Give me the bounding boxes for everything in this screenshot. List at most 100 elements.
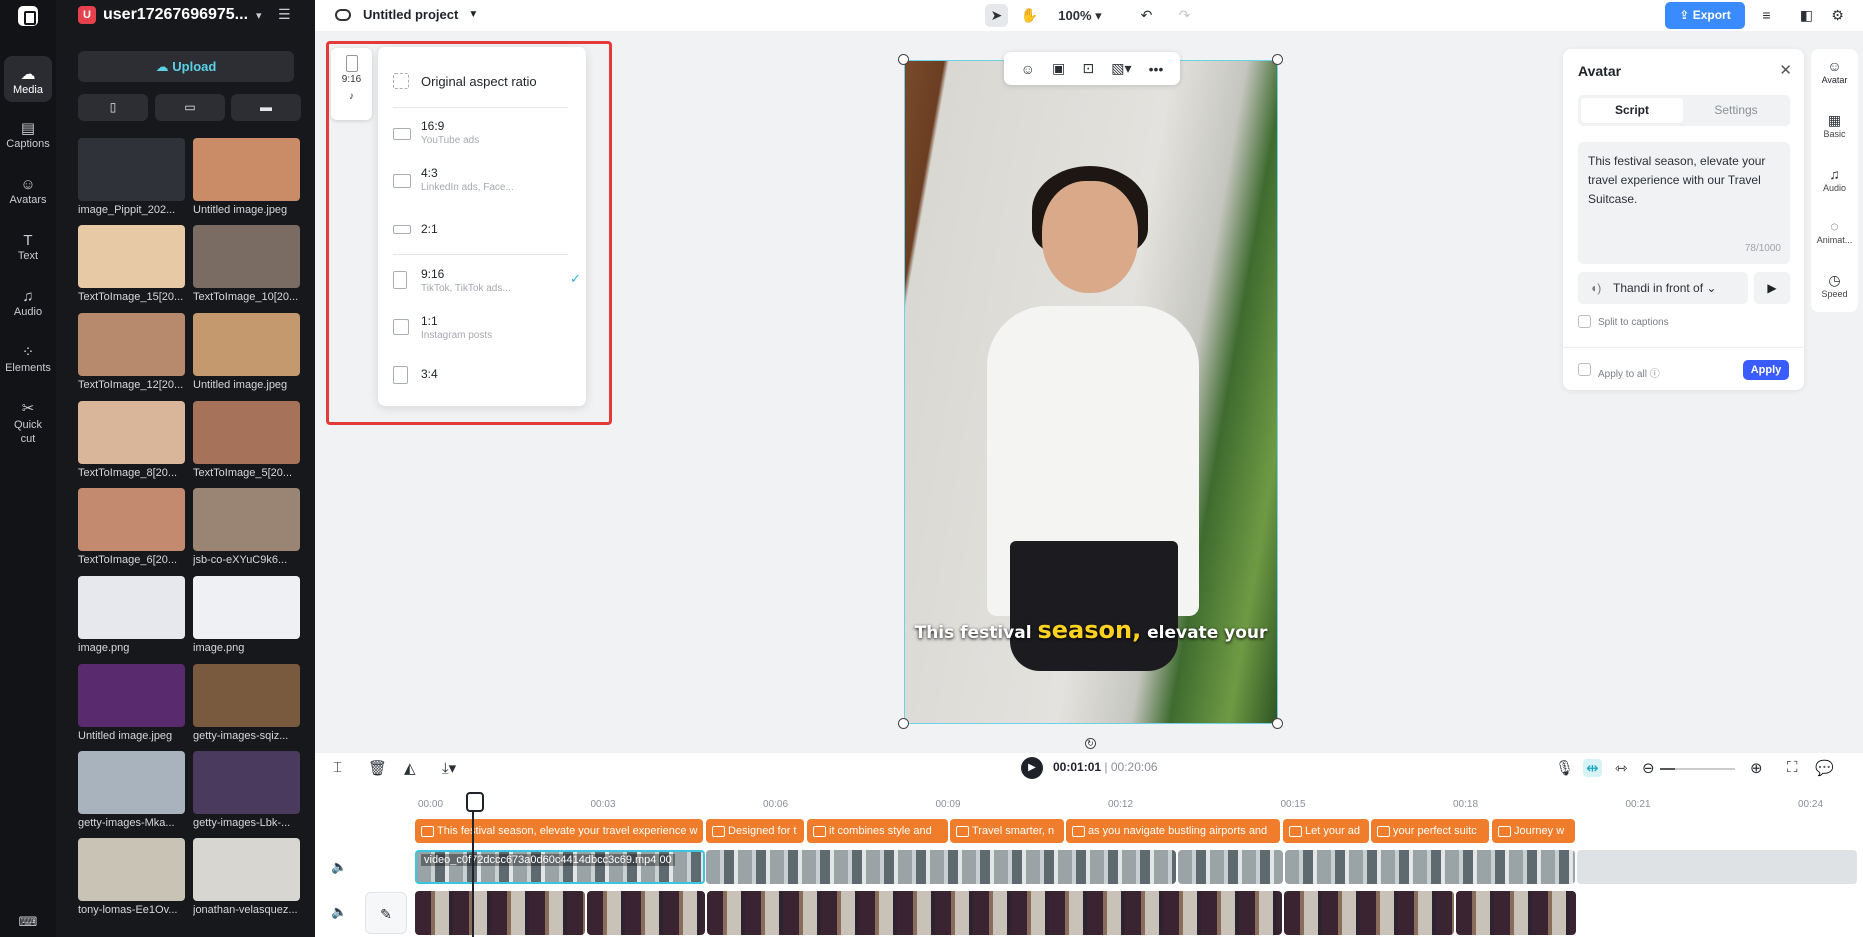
resize-handle[interactable] xyxy=(1272,718,1283,729)
split-captions-checkbox[interactable] xyxy=(1578,315,1591,328)
keyboard-shortcuts-icon[interactable]: ⌨ xyxy=(0,914,56,930)
crop-icon[interactable]: ⊡ xyxy=(1082,60,1094,77)
tool-speed[interactable]: ◷ Speed xyxy=(1811,271,1858,299)
video-clip[interactable] xyxy=(1178,850,1283,884)
auto-snap-icon[interactable]: ⇹ xyxy=(1583,759,1602,777)
video-clip[interactable] xyxy=(1284,891,1454,935)
video-clip[interactable] xyxy=(706,850,1176,884)
apply-button[interactable]: Apply xyxy=(1743,360,1789,380)
track-audio-icon[interactable]: 🔈 xyxy=(331,859,347,875)
media-thumbnail[interactable] xyxy=(78,225,185,288)
ratio-option-16-9[interactable]: 16:9 YouTube ads xyxy=(393,119,573,153)
tool-basic[interactable]: ▦ Basic xyxy=(1811,111,1858,139)
caption-clip[interactable]: Let your ad xyxy=(1283,819,1369,843)
video-clip[interactable] xyxy=(1456,891,1576,935)
rotate-handle[interactable]: ↻ xyxy=(1085,738,1096,749)
redo-icon[interactable]: ↷ xyxy=(1173,4,1196,27)
voice-dropdown[interactable]: ◖) Thandi in front of ⌄ xyxy=(1578,272,1748,304)
media-thumbnail[interactable] xyxy=(78,488,185,551)
ratio-option-9-16[interactable]: 9:16 TikTok, TikTok ads... ✓ xyxy=(393,267,581,301)
media-thumbnail[interactable] xyxy=(193,313,300,376)
resize-handle[interactable] xyxy=(898,54,909,65)
media-thumbnail[interactable] xyxy=(193,664,300,727)
layout-icon[interactable]: ◧ xyxy=(1795,4,1818,27)
edit-track-button[interactable]: ✎ xyxy=(365,892,407,934)
ratio-option-1-1[interactable]: 1:1 Instagram posts xyxy=(393,314,573,348)
select-tool-button[interactable]: ➤ xyxy=(985,4,1008,27)
rail-item-text[interactable]: T Text xyxy=(0,232,56,262)
ratio-option-3-4[interactable]: 3:4 xyxy=(393,365,573,387)
delete-icon[interactable]: 🗑 xyxy=(368,759,387,777)
avatar-swap-icon[interactable]: ☺ xyxy=(1021,61,1035,77)
resize-handle[interactable] xyxy=(898,718,909,729)
panel-toggle-icon[interactable]: ☰ xyxy=(278,6,291,23)
caption-clip[interactable]: This festival season, elevate your trave… xyxy=(415,819,703,843)
settings-icon[interactable]: ⚙ xyxy=(1826,4,1849,27)
rail-item-avatars[interactable]: ☺ Avatars xyxy=(0,176,56,206)
media-thumbnail[interactable] xyxy=(78,138,185,201)
tool-audio[interactable]: ♫ Audio xyxy=(1811,165,1858,193)
track-audio-icon[interactable]: 🔈 xyxy=(331,904,347,920)
rail-item-quick-cut[interactable]: ✂ Quick cut xyxy=(0,400,56,446)
media-thumbnail[interactable] xyxy=(78,313,185,376)
rail-item-captions[interactable]: ▤ Captions xyxy=(0,120,56,150)
screen-format-button[interactable]: ▬ xyxy=(231,94,301,121)
video-format-button[interactable]: ▭ xyxy=(155,94,225,121)
media-thumbnail[interactable] xyxy=(193,576,300,639)
media-thumbnail[interactable] xyxy=(193,838,300,901)
ratio-option-4-3[interactable]: 4:3 LinkedIn ads, Face... xyxy=(393,166,573,200)
rail-item-media[interactable]: ☁ Media xyxy=(4,56,52,102)
undo-icon[interactable]: ↶ xyxy=(1135,4,1158,27)
caption-clip[interactable]: Travel smarter, n xyxy=(950,819,1064,843)
replace-image-icon[interactable]: ▣ xyxy=(1052,60,1065,77)
microphone-icon[interactable]: 🎙 xyxy=(1555,759,1574,777)
download-icon[interactable]: ⤓▾ xyxy=(442,759,456,777)
caption-clip[interactable]: Journey w xyxy=(1492,819,1575,843)
flip-icon[interactable]: ◭ xyxy=(404,759,416,777)
export-button[interactable]: ⇪ Export xyxy=(1665,2,1745,29)
ratio-option-original[interactable]: Original aspect ratio xyxy=(393,71,573,91)
playhead[interactable] xyxy=(466,792,484,937)
zoom-out-icon[interactable]: ⊖ xyxy=(1642,759,1655,777)
tool-animation[interactable]: ◌ Animat... xyxy=(1811,217,1858,245)
zoom-in-icon[interactable]: ⊕ xyxy=(1750,759,1763,777)
tab-script[interactable]: Script xyxy=(1581,98,1683,123)
media-thumbnail[interactable] xyxy=(193,751,300,814)
split-icon[interactable]: ⌶ xyxy=(333,759,342,776)
aspect-ratio-button[interactable]: 9:16 ♪ xyxy=(331,48,372,120)
tool-avatar[interactable]: ☺ Avatar xyxy=(1811,57,1858,85)
caption-clip[interactable]: your perfect suitc xyxy=(1371,819,1489,843)
split-view-icon[interactable]: ⇿ xyxy=(1615,759,1628,777)
upload-button[interactable]: ☁ Upload xyxy=(78,51,294,82)
rail-item-audio[interactable]: ♫ Audio xyxy=(0,288,56,318)
apply-to-all-checkbox[interactable] xyxy=(1578,363,1591,376)
hand-tool-icon[interactable]: ✋ xyxy=(1018,4,1041,27)
rail-item-elements[interactable]: ⁘ Elements xyxy=(0,344,56,374)
media-thumbnail[interactable] xyxy=(78,664,185,727)
video-clip[interactable] xyxy=(415,891,585,935)
zoom-slider[interactable] xyxy=(1660,768,1735,770)
selected-video-clip[interactable]: video_c0f72dccc673a0d60c4414dbcc3c69.mp4… xyxy=(415,850,705,884)
caption-clip[interactable]: it combines style and xyxy=(807,819,948,843)
media-thumbnail[interactable] xyxy=(193,488,300,551)
phone-format-button[interactable]: ▯ xyxy=(78,94,148,121)
layers-icon[interactable]: ≡ xyxy=(1755,4,1778,27)
user-menu[interactable]: U user17267696975... ▾ xyxy=(78,5,262,25)
zoom-dropdown[interactable]: 100% ▾ xyxy=(1055,4,1105,27)
media-thumbnail[interactable] xyxy=(193,225,300,288)
play-voice-button[interactable]: ▶ xyxy=(1754,272,1790,304)
video-canvas[interactable]: This festival season, elevate your xyxy=(904,60,1278,724)
media-thumbnail[interactable] xyxy=(78,751,185,814)
background-icon[interactable]: ▧▾ xyxy=(1111,60,1131,77)
caption-clip[interactable]: Designed for t xyxy=(706,819,804,843)
video-caption[interactable]: This festival season, elevate your xyxy=(905,616,1277,644)
ratio-option-2-1[interactable]: 2:1 xyxy=(393,220,573,242)
project-title[interactable]: Untitled project ▼ xyxy=(335,7,478,22)
script-textarea[interactable]: This festival season, elevate your trave… xyxy=(1578,142,1790,264)
media-thumbnail[interactable] xyxy=(78,576,185,639)
media-thumbnail[interactable] xyxy=(78,838,185,901)
comment-icon[interactable]: 💬 xyxy=(1815,759,1834,777)
fit-icon[interactable]: ⛶ xyxy=(1787,759,1798,776)
tab-settings[interactable]: Settings xyxy=(1685,98,1787,123)
media-thumbnail[interactable] xyxy=(78,401,185,464)
